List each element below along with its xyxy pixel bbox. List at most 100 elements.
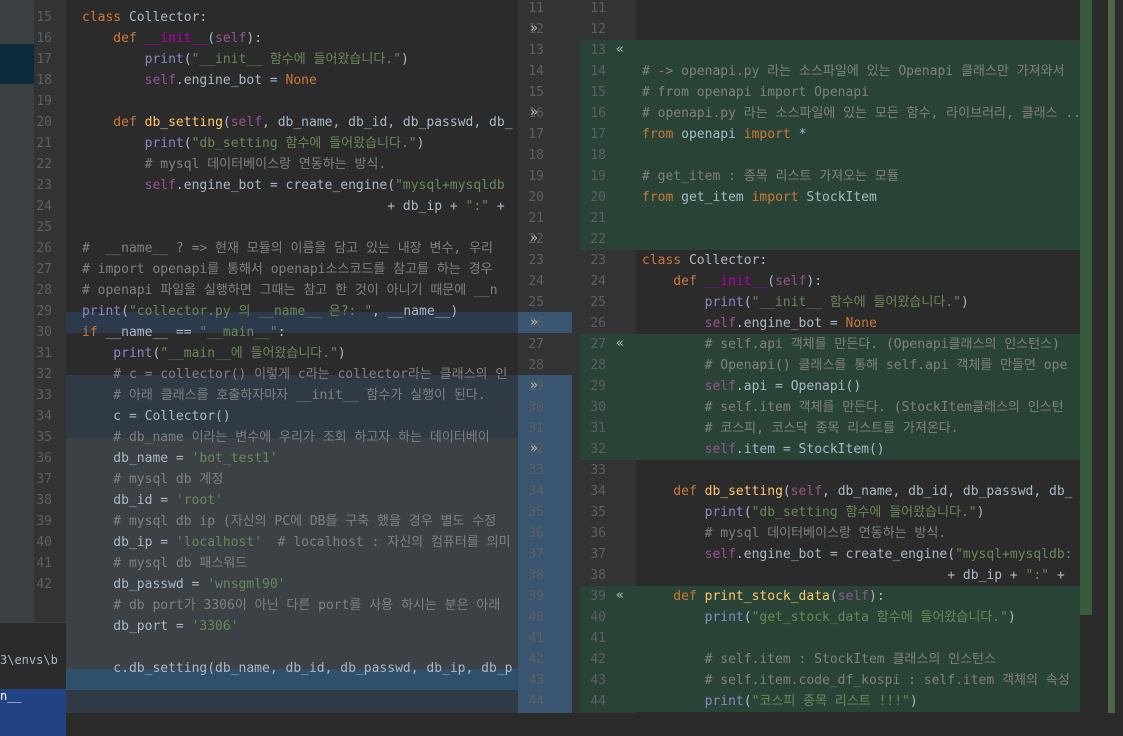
project-tree-selection[interactable] [0, 44, 34, 84]
code-line[interactable]: db_id = 'root' [66, 490, 518, 511]
left-code-area[interactable]: class Collector: def __init__(self): pri… [66, 0, 518, 713]
code-line[interactable]: c.db_setting(db_name, db_id, db_passwd, … [66, 658, 518, 679]
apply-change-right-icon[interactable]: » [530, 441, 538, 456]
code-line[interactable]: + db_ip + ":" + [66, 196, 518, 217]
code-line[interactable] [636, 628, 1080, 649]
code-line[interactable]: # -> openapi.py 라는 소스파일에 있는 Openapi 클래스만… [636, 61, 1080, 82]
code-line[interactable]: print("collector.py 의 __name__ 은?: ", __… [66, 301, 518, 322]
code-line[interactable]: db_name = 'bot_test1' [66, 448, 518, 469]
code-line[interactable]: class Collector: [66, 7, 518, 28]
code-token: ":" [1025, 568, 1049, 583]
code-line[interactable]: print("__init__ 함수에 들어왔습니다.") [636, 292, 1080, 313]
right-line-number: 17 [590, 127, 606, 142]
code-line[interactable]: print("get_stock_data 함수에 들어왔습니다.") [636, 607, 1080, 628]
code-line[interactable]: # mysql db 계정 [66, 469, 518, 490]
vertical-scrollbar[interactable] [1108, 0, 1115, 713]
code-line[interactable]: self.engine_bot = create_engine("mysql+m… [66, 175, 518, 196]
code-line[interactable]: # self.item : StockItem 클래스의 인스턴스 [636, 649, 1080, 670]
code-line[interactable]: # mysql db ip (자신의 PC에 DB를 구축 했을 경우 별도 수… [66, 511, 518, 532]
code-token: ) [416, 136, 425, 151]
code-line[interactable]: class Collector: [636, 250, 1080, 271]
apply-change-left-icon[interactable]: « [616, 336, 624, 351]
code-line[interactable]: # self.api 객체를 만든다. (Openapi클래스의 인스턴스) [636, 334, 1080, 355]
apply-change-right-icon[interactable]: » [530, 105, 538, 120]
code-line[interactable] [66, 91, 518, 112]
code-line[interactable]: # self.item.code_df_kospi : self.item 객체… [636, 670, 1080, 691]
code-line[interactable] [636, 145, 1080, 166]
apply-change-right-icon[interactable]: » [530, 378, 538, 393]
left-editor-pane[interactable]: 15 16 17 18 19 20 21 22 23 24 25 26 27 28 29 30 31 32 33 34… [34, 0, 518, 713]
code-line[interactable]: db_ip = 'localhost' # localhost : 자신의 컴퓨… [66, 532, 518, 553]
code-line[interactable]: def db_setting(self, db_name, db_id, db_… [66, 112, 518, 133]
right-editor-pane[interactable]: # -> openapi.py 라는 소스파일에 있는 Openapi 클래스만… [636, 0, 1080, 713]
code-line[interactable] [636, 40, 1080, 61]
code-line[interactable]: # from openapi import Openapi [636, 82, 1080, 103]
diff-left-line-number: 42 [528, 652, 544, 667]
code-line[interactable] [66, 637, 518, 658]
code-token: db_ip = [82, 535, 176, 550]
code-line[interactable]: # openapi.py 라는 소스파일에 있는 모든 함수, 라이브러리, 클… [636, 103, 1080, 124]
apply-change-left-icon[interactable]: « [616, 42, 624, 57]
code-line[interactable]: # c = collector() 이렇게 c라는 collector라는 클래… [66, 364, 518, 385]
code-line[interactable]: c = Collector() [66, 406, 518, 427]
code-line[interactable]: # openapi 파일을 실행하면 그때는 참고 한 것이 아니기 때문에 _… [66, 280, 518, 301]
code-line[interactable]: db_passwd = 'wnsgml90' [66, 574, 518, 595]
code-line[interactable]: # db port가 3306이 아닌 다른 port를 사용 하시는 분은 아… [66, 595, 518, 616]
code-line[interactable]: # Openapi() 클래스를 통해 self.api 객체를 만들면 ope [636, 355, 1080, 376]
code-line[interactable]: # self.item 객체를 만든다. (StockItem클래스의 인스턴 [636, 397, 1080, 418]
code-line[interactable]: self.engine_bot = create_engine("mysql+m… [636, 544, 1080, 565]
code-line[interactable] [636, 0, 1080, 19]
code-line[interactable] [636, 19, 1080, 40]
code-line[interactable]: print("코스피 종목 리스트 !!!") [636, 691, 1080, 712]
code-line[interactable]: # import openapi를 통해서 openapi소스코드를 참고를 하… [66, 259, 518, 280]
code-line[interactable] [636, 229, 1080, 250]
code-line[interactable]: print("db_setting 함수에 들어왔습니다.") [636, 502, 1080, 523]
code-token: ( [743, 295, 752, 310]
code-line[interactable]: def __init__(self): [636, 271, 1080, 292]
diff-divider-gutter[interactable]: 11 12 13 14 15 16 17 18 19 20 21 22 23 24 25 26 27 28 29 30… [518, 0, 580, 713]
code-line[interactable]: def db_setting(self, db_name, db_id, db_… [636, 481, 1080, 502]
apply-change-left-icon[interactable]: « [616, 588, 624, 603]
code-line[interactable]: from openapi import * [636, 124, 1080, 145]
line-number: 25 [36, 220, 52, 235]
code-line[interactable]: print("__init__ 함수에 들어왔습니다.") [66, 49, 518, 70]
code-line[interactable]: self.engine_bot = None [636, 313, 1080, 334]
code-token: 'wnsgml90' [207, 577, 286, 592]
apply-change-right-icon[interactable]: » [530, 21, 538, 36]
code-line[interactable]: # __name__ ? => 현재 모듈의 이름을 담고 있는 내장 변수, … [66, 238, 518, 259]
line-number: 31 [36, 346, 52, 361]
code-line[interactable] [636, 208, 1080, 229]
code-line[interactable]: def __init__(self): [66, 28, 518, 49]
code-line[interactable]: db_port = '3306' [66, 616, 518, 637]
code-line[interactable]: self.engine_bot = None [66, 70, 518, 91]
diff-left-line-number: 11 [528, 1, 544, 16]
code-line[interactable]: self.item = StockItem() [636, 439, 1080, 460]
code-line[interactable]: if __name__ == "__main__": [66, 322, 518, 343]
code-line[interactable]: # mysql db 패스워드 [66, 553, 518, 574]
terminal-panel[interactable]: 3\envs\b n__ [0, 622, 66, 736]
code-token: + [1049, 568, 1065, 583]
code-line[interactable]: # mysql 데이터베이스랑 연동하는 방식. [636, 523, 1080, 544]
apply-change-right-icon[interactable]: » [530, 315, 538, 330]
code-line[interactable]: def print_stock_data(self): [636, 586, 1080, 607]
code-token: import [751, 190, 807, 205]
diff-left-line-number: 36 [528, 526, 544, 541]
code-token: # -> openapi.py 라는 소스파일에 있는 Openapi 클래스만… [642, 64, 1065, 79]
code-line[interactable] [66, 217, 518, 238]
code-line[interactable]: # db_name 이라는 변수에 우리가 조회 하고자 하는 데이터베이 [66, 427, 518, 448]
code-token: print [642, 610, 744, 625]
code-line[interactable]: self.api = Openapi() [636, 376, 1080, 397]
apply-change-right-icon[interactable]: » [530, 231, 538, 246]
code-line[interactable]: + db_ip + ":" + [636, 565, 1080, 586]
code-line[interactable]: print("__main__에 들어왔습니다.") [66, 343, 518, 364]
code-line[interactable]: # mysql 데이터베이스랑 연동하는 방식. [66, 154, 518, 175]
code-line[interactable] [636, 460, 1080, 481]
code-line[interactable]: # get_item : 종목 리스트 가져오는 모듈 [636, 166, 1080, 187]
code-line[interactable]: # 아래 클래스를 호출하자마자 __init__ 함수가 실행이 된다. [66, 385, 518, 406]
code-line[interactable]: print("db_setting 함수에 들어왔습니다.") [66, 133, 518, 154]
code-line[interactable]: # 코스피, 코스닥 종목 리스트를 가져온다. [636, 418, 1080, 439]
diff-left-line-number: 30 [528, 400, 544, 415]
right-line-number: 18 [590, 148, 606, 163]
code-line[interactable]: from get_item import StockItem [636, 187, 1080, 208]
line-number: 32 [36, 367, 52, 382]
